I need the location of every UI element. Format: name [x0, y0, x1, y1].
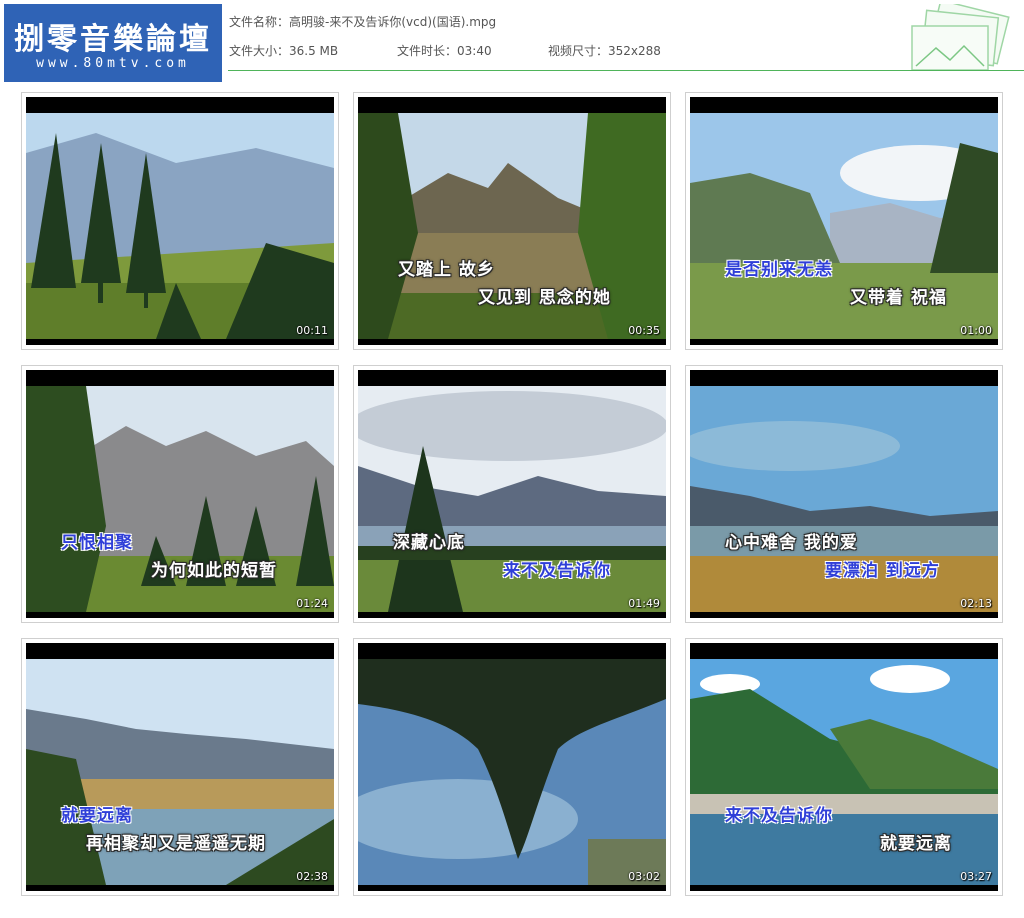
- logo-title: 捌零音樂論壇: [14, 22, 212, 57]
- thumbnail-1[interactable]: 00:11: [21, 92, 339, 350]
- subtitle-line-1: 深藏心底: [393, 533, 465, 553]
- header-divider: [228, 70, 1024, 71]
- frame-image: [26, 113, 334, 339]
- file-size-value: 36.5 MB: [289, 44, 339, 58]
- subtitle-line-2: 再相聚却又是遥遥无期: [86, 834, 266, 854]
- timestamp: 01:00: [960, 324, 992, 337]
- subtitle-line-1: 心中难舍 我的爱: [725, 533, 858, 553]
- file-name-label: 文件名称：: [229, 15, 290, 29]
- thumbnail-6[interactable]: 心中难舍 我的爱 要漂泊 到远方 02:13: [685, 365, 1003, 623]
- subtitle-line-2: 要漂泊 到远方: [825, 561, 940, 581]
- thumbnail-5[interactable]: 深藏心底 来不及告诉你 01:49: [353, 365, 671, 623]
- subtitle-line-1: 就要远离: [61, 806, 133, 826]
- subtitle-line-2: 又见到 思念的她: [478, 288, 611, 308]
- file-size-info: 文件大小：36.5 MB: [229, 42, 338, 59]
- file-duration-info: 文件时长：03:40: [397, 42, 492, 59]
- video-frame: 只恨相聚 为何如此的短暂 01:24: [26, 370, 334, 618]
- subtitle-line-1: 来不及告诉你: [725, 806, 833, 826]
- video-frame: 00:11: [26, 97, 334, 345]
- video-frame: 深藏心底 来不及告诉你 01:49: [358, 370, 666, 618]
- timestamp: 01:49: [628, 597, 660, 610]
- video-dimensions-value: 352x288: [608, 44, 661, 58]
- file-size-label: 文件大小：: [229, 44, 290, 58]
- subtitle-line-2: 为何如此的短暂: [151, 561, 277, 581]
- thumbnail-3[interactable]: 是否别来无恙 又带着 祝福 01:00: [685, 92, 1003, 350]
- timestamp: 01:24: [296, 597, 328, 610]
- timestamp: 03:27: [960, 870, 992, 883]
- forum-logo: 捌零音樂論壇 www.80mtv.com: [4, 4, 222, 82]
- thumbnail-2[interactable]: 又踏上 故乡 又见到 思念的她 00:35: [353, 92, 671, 350]
- timestamp: 03:02: [628, 870, 660, 883]
- timestamp: 02:38: [296, 870, 328, 883]
- photo-stack-icon: [911, 4, 1010, 70]
- thumbnail-8[interactable]: 03:02: [353, 638, 671, 896]
- video-frame: 又踏上 故乡 又见到 思念的她 00:35: [358, 97, 666, 345]
- subtitle-line-1: 只恨相聚: [61, 533, 133, 553]
- video-frame: 来不及告诉你 就要远离 03:27: [690, 643, 998, 891]
- file-duration-value: 03:40: [457, 44, 492, 58]
- video-dimensions-info: 视频尺寸：352x288: [548, 42, 661, 59]
- subtitle-line-1: 是否别来无恙: [725, 260, 833, 280]
- thumbnail-9[interactable]: 来不及告诉你 就要远离 03:27: [685, 638, 1003, 896]
- video-frame: 03:02: [358, 643, 666, 891]
- video-frame: 是否别来无恙 又带着 祝福 01:00: [690, 97, 998, 345]
- file-name-value: 高明骏-来不及告诉你(vcd)(国语).mpg: [289, 15, 497, 29]
- frame-image: [690, 113, 998, 339]
- thumbnail-7[interactable]: 就要远离 再相聚却又是遥遥无期 02:38: [21, 638, 339, 896]
- timestamp: 02:13: [960, 597, 992, 610]
- logo-url: www.80mtv.com: [36, 56, 190, 71]
- thumbnail-grid: 00:11 又踏上 故乡 又见到 思念的她 00:35 是否别来无恙 又带着 祝…: [21, 92, 1005, 902]
- video-dimensions-label: 视频尺寸：: [548, 44, 609, 58]
- frame-image: [358, 659, 666, 885]
- file-name-info: 文件名称：高明骏-来不及告诉你(vcd)(国语).mpg: [229, 13, 496, 30]
- video-frame: 就要远离 再相聚却又是遥遥无期 02:38: [26, 643, 334, 891]
- file-duration-label: 文件时长：: [397, 44, 458, 58]
- video-frame: 心中难舍 我的爱 要漂泊 到远方 02:13: [690, 370, 998, 618]
- thumbnail-4[interactable]: 只恨相聚 为何如此的短暂 01:24: [21, 365, 339, 623]
- timestamp: 00:35: [628, 324, 660, 337]
- subtitle-line-2: 又带着 祝福: [850, 288, 947, 308]
- subtitle-line-2: 来不及告诉你: [503, 561, 611, 581]
- subtitle-line-1: 又踏上 故乡: [398, 260, 495, 280]
- timestamp: 00:11: [296, 324, 328, 337]
- subtitle-line-2: 就要远离: [880, 834, 952, 854]
